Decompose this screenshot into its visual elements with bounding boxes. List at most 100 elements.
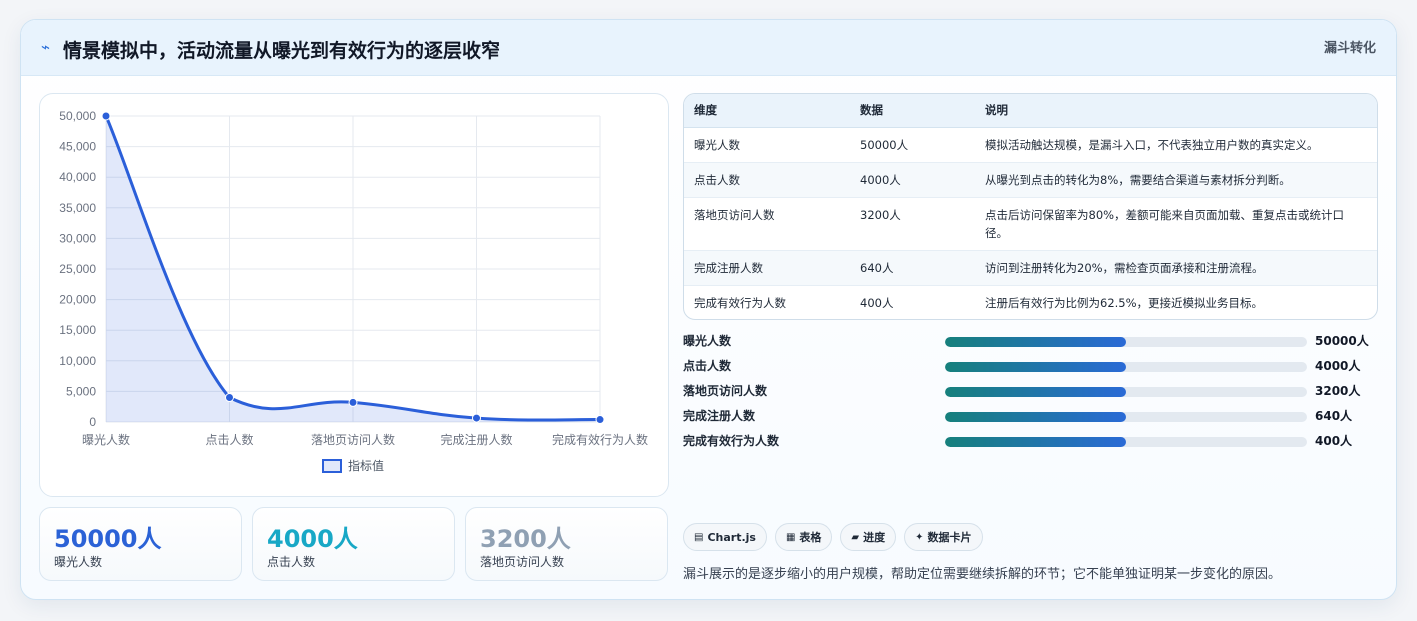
table-row: 完成注册人数 640人 访问到注册转化为20%，需检查页面承接和注册流程。 — [684, 250, 1377, 286]
kpi-card: 3200人 落地页访问人数 — [465, 507, 668, 581]
progress-label: 完成有效行为人数 — [683, 434, 780, 448]
x-tick-label: 落地页访问人数 — [311, 432, 395, 447]
progress-row: 完成有效行为人数 400人 — [683, 430, 1378, 455]
table-header: 维度 — [684, 94, 850, 128]
table-row: 曝光人数 50000人 模拟活动触达规模，是漏斗入口，不代表独立用户数的真实定义… — [684, 127, 1377, 163]
x-tick-label: 点击人数 — [205, 432, 253, 447]
progress-fill — [945, 337, 1126, 347]
kpi-label: 落地页访问人数 — [480, 555, 565, 569]
pill-label: Chart.js — [707, 530, 756, 544]
y-tick-label: 45,000 — [59, 140, 96, 154]
table-header: 数据 — [850, 94, 975, 128]
table-cell: 4000人 — [850, 162, 975, 198]
line-chart-svg: 0 5,000 10,000 15,000 20,000 25,000 30,000 35,0… — [59, 109, 648, 473]
progress-value: 400人 — [1315, 434, 1353, 448]
pill-label: 进度 — [863, 531, 886, 544]
data-point — [101, 111, 111, 121]
table-header: 说明 — [975, 94, 1377, 128]
y-tick-label: 0 — [89, 415, 96, 429]
x-tick-label: 曝光人数 — [82, 432, 130, 447]
tech-tags: ▤ Chart.js ▦ 表格 ▰ 进度 ✦ 数据卡片 — [683, 523, 983, 551]
table-cell: 点击人数 — [684, 162, 850, 198]
progress-row: 点击人数 4000人 — [683, 355, 1378, 380]
table-pill[interactable]: ▦ 表格 — [774, 523, 833, 551]
category-tag: 漏斗转化 — [1323, 41, 1376, 56]
progress-track — [945, 437, 1307, 447]
progress-row: 完成注册人数 640人 — [683, 405, 1378, 430]
progress-label: 曝光人数 — [683, 334, 732, 348]
progress-track — [945, 337, 1307, 347]
legend-label: 指标值 — [348, 458, 384, 473]
chartjs-pill[interactable]: ▤ Chart.js — [683, 523, 767, 551]
progress-track — [945, 362, 1307, 372]
y-tick-label: 25,000 — [59, 262, 96, 276]
table-cell: 400人 — [860, 295, 894, 310]
progress-row: 落地页访问人数 3200人 — [683, 380, 1378, 405]
y-tick-label: 30,000 — [59, 231, 96, 245]
table-cell: 模拟活动触达规模，是漏斗入口，不代表独立用户数的真实定义。 — [975, 127, 1377, 163]
page-title: 情景模拟中，活动流量从曝光到有效行为的逐层收窄 — [63, 40, 501, 62]
sparkle-icon: ✦ — [915, 531, 924, 543]
progress-value: 50000人 — [1315, 334, 1369, 348]
progress-value: 640人 — [1315, 409, 1353, 423]
kpi-card: 4000人 点击人数 — [252, 507, 455, 581]
kpi-value: 3200人 — [480, 525, 571, 553]
table-cell: 访问到注册转化为20%，需检查页面承接和注册流程。 — [975, 250, 1377, 286]
progress-list: 曝光人数 50000人 点击人数 4000人 落地页访问人数 3200人 完成注… — [683, 330, 1378, 455]
table-cell: 落地页访问人数 — [684, 197, 850, 251]
progress-label: 落地页访问人数 — [683, 384, 768, 398]
table-cell: 从曝光到点击的转化为8%，需要结合渠道与素材拆分判断。 — [975, 162, 1377, 198]
progress-label: 点击人数 — [683, 359, 732, 373]
x-tick-label: 完成注册人数 — [440, 432, 512, 447]
table-icon: ▦ — [785, 531, 796, 543]
legend-swatch — [322, 459, 342, 473]
progress-track — [945, 412, 1307, 422]
y-tick-label: 40,000 — [59, 170, 96, 184]
progress-pill[interactable]: ▰ 进度 — [840, 523, 897, 551]
progress-label: 完成注册人数 — [683, 409, 756, 423]
table-row: 点击人数 4000人 从曝光到点击的转化为8%，需要结合渠道与素材拆分判断。 — [684, 162, 1377, 198]
table-header-row: 维度 数据 说明 — [684, 94, 1377, 128]
data-table: 维度 数据 说明 曝光人数 50000人 模拟活动触达规模，是漏斗入口，不代表独… — [683, 93, 1378, 320]
funnel-card: ⌁ 情景模拟中，活动流量从曝光到有效行为的逐层收窄 漏斗转化 0 5,000 10,… — [20, 19, 1397, 600]
line-chart: 0 5,000 10,000 15,000 20,000 25,000 30,000 35,0… — [39, 93, 669, 497]
footnote: 漏斗展示的是逐步缩小的用户规模，帮助定位需要继续拆解的环节；它不能单独证明某一步… — [683, 567, 1282, 582]
y-tick-label: 10,000 — [59, 354, 96, 368]
progress-fill — [945, 437, 1126, 447]
progress-track — [945, 387, 1307, 397]
table-cell: 640人 — [850, 250, 975, 286]
data-point — [472, 413, 481, 423]
kpi-label: 曝光人数 — [54, 555, 103, 569]
chart-icon: ▤ — [694, 531, 704, 543]
y-tick-label: 5,000 — [66, 384, 96, 398]
table-cell: 完成注册人数 — [684, 250, 850, 286]
progress-icon: ▰ — [851, 531, 860, 543]
data-card-pill[interactable]: ✦ 数据卡片 — [904, 523, 983, 551]
table-cell: 完成有效行为人数 — [694, 295, 786, 310]
progress-fill — [945, 387, 1126, 397]
table-cell: 点击后访问保留率为80%，差额可能来自页面加载、重复点击或统计口径。 — [975, 197, 1377, 251]
y-tick-label: 50,000 — [59, 109, 96, 123]
y-tick-label: 15,000 — [59, 323, 96, 337]
pill-label: 表格 — [799, 531, 822, 544]
kpi-value: 50000人 — [54, 525, 162, 553]
data-point — [348, 397, 358, 407]
table-row: 落地页访问人数 3200人 点击后访问保留率为80%，差额可能来自页面加载、重复… — [684, 197, 1377, 251]
progress-value: 4000人 — [1315, 359, 1361, 373]
table-cell: 注册后有效行为比例为62.5%，更接近模拟业务目标。 — [985, 295, 1264, 310]
kpi-card: 50000人 曝光人数 — [39, 507, 242, 581]
table-row: 完成有效行为人数 400人 注册后有效行为比例为62.5%，更接近模拟业务目标。 — [684, 285, 1377, 319]
table-cell: 50000人 — [850, 127, 975, 163]
y-tick-label: 20,000 — [59, 293, 96, 307]
y-tick-label: 35,000 — [59, 201, 96, 215]
progress-row: 曝光人数 50000人 — [683, 330, 1378, 355]
kpi-value: 4000人 — [267, 525, 358, 553]
pill-label: 数据卡片 — [927, 531, 972, 544]
data-point — [225, 393, 234, 403]
kpi-label: 点击人数 — [267, 555, 316, 569]
table-cell: 曝光人数 — [684, 127, 850, 163]
progress-fill — [945, 362, 1126, 372]
card-header: ⌁ 情景模拟中，活动流量从曝光到有效行为的逐层收窄 漏斗转化 — [21, 20, 1396, 76]
x-tick-label: 完成有效行为人数 — [552, 432, 648, 447]
table-cell: 3200人 — [850, 197, 975, 251]
